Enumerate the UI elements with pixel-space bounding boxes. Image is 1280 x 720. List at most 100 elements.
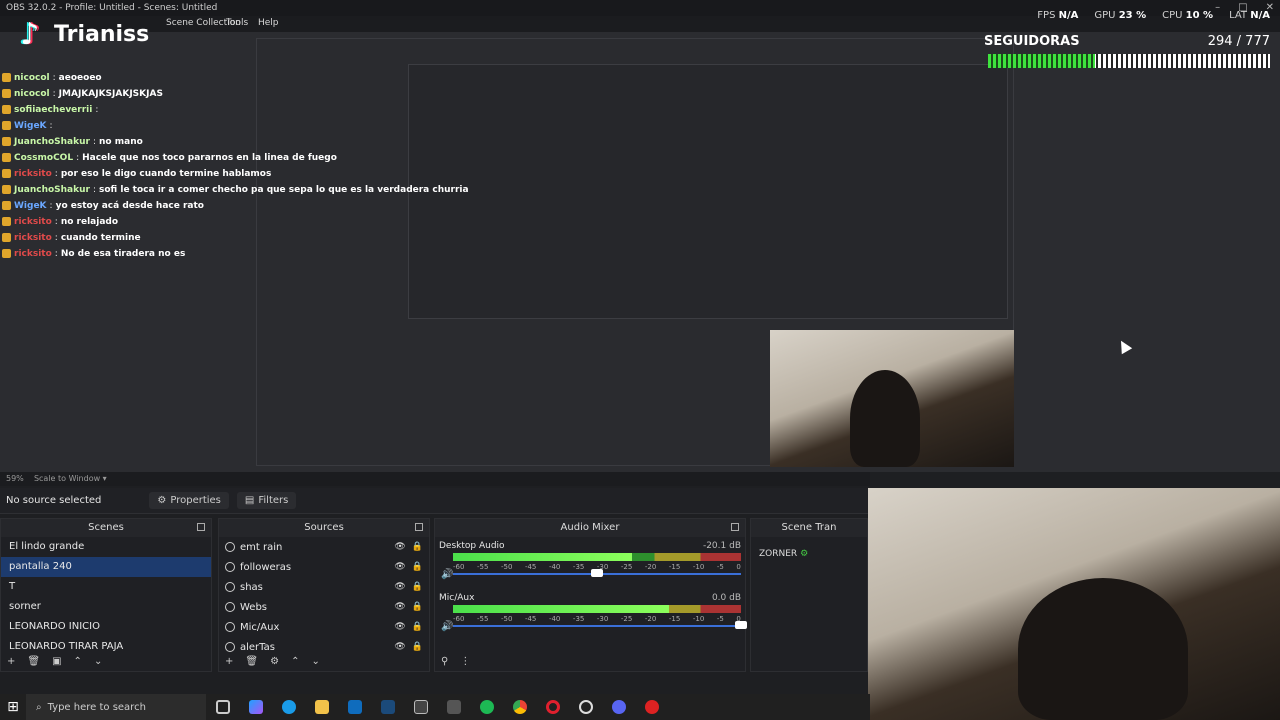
- chat-username: ricksito: [14, 217, 52, 227]
- nested-preview-inner: [408, 64, 1008, 319]
- gear-icon: ⚙: [800, 549, 809, 559]
- speaker-icon[interactable]: 🔊: [441, 621, 453, 632]
- scale-tick: -50: [500, 615, 513, 623]
- recorder-icon[interactable]: [635, 694, 668, 720]
- visibility-icon[interactable]: 👁: [394, 622, 405, 632]
- chat-username: ricksito: [14, 249, 52, 259]
- badge-icon: [2, 185, 11, 194]
- badge-icon: [2, 89, 11, 98]
- chat-username: ricksito: [14, 169, 52, 179]
- scene-item[interactable]: pantalla 240: [1, 557, 211, 577]
- chat-text: sofi le toca ir a comer checho pa que se…: [99, 185, 469, 195]
- visibility-icon[interactable]: 👁: [394, 642, 405, 652]
- chat-username: WigeK: [14, 121, 47, 131]
- task-view-icon[interactable]: [206, 694, 239, 720]
- transition-item[interactable]: ZORNER ⚙: [759, 549, 808, 559]
- obs-icon[interactable]: [569, 694, 602, 720]
- scene-item[interactable]: El lindo grande: [1, 537, 211, 557]
- up-icon[interactable]: ⌃: [291, 656, 299, 667]
- dock-popout-icon[interactable]: [197, 523, 205, 531]
- source-item[interactable]: Webs 👁 🔒: [219, 597, 429, 617]
- chat-username: ricksito: [14, 233, 52, 243]
- dock-popout-icon[interactable]: [415, 523, 423, 531]
- volume-slider[interactable]: [453, 625, 741, 627]
- lock-icon[interactable]: 🔒: [412, 642, 423, 652]
- dock-popout-icon[interactable]: [731, 523, 739, 531]
- steam-icon[interactable]: [371, 694, 404, 720]
- source-label: followeras: [240, 561, 292, 573]
- link-icon[interactable]: ⚲: [441, 656, 448, 667]
- scale-tick: -55: [476, 615, 489, 623]
- down-icon[interactable]: ⌄: [311, 656, 319, 667]
- source-item[interactable]: alerTas 👁 🔒: [219, 637, 429, 657]
- chat-text: aeoeoeo: [58, 73, 102, 83]
- menu-tools[interactable]: Tools: [226, 18, 248, 28]
- source-item[interactable]: followeras 👁 🔒: [219, 557, 429, 577]
- performance-stats: FPS N/A GPU 23 % CPU 10 % LAT N/A: [1037, 10, 1270, 21]
- windows-taskbar: ⊞ ⌕ Type here to search: [0, 694, 870, 720]
- lock-icon[interactable]: 🔒: [412, 602, 423, 612]
- spotify-icon[interactable]: [470, 694, 503, 720]
- lock-icon[interactable]: 🔒: [412, 562, 423, 572]
- visibility-icon[interactable]: 👁: [394, 582, 405, 592]
- copilot-icon[interactable]: [239, 694, 272, 720]
- source-item[interactable]: emt rain 👁 🔒: [219, 537, 429, 557]
- discord-icon[interactable]: [602, 694, 635, 720]
- trash-icon[interactable]: 🗑: [27, 656, 40, 667]
- meter-scale: -60 -55 -50 -45 -40 -35 -30 -25 -20 -15 -10 -5 0: [453, 615, 741, 623]
- trash-icon[interactable]: 🗑: [245, 656, 258, 667]
- add-icon[interactable]: +: [7, 656, 15, 667]
- store-icon[interactable]: [404, 694, 437, 720]
- scale-mode[interactable]: Scale to Window: [34, 474, 100, 483]
- lock-icon[interactable]: 🔒: [412, 582, 423, 592]
- chat-message: JuanchoShakur: sofi le toca ir a comer ch…: [2, 182, 469, 198]
- menu-help[interactable]: Help: [258, 18, 279, 28]
- visibility-icon[interactable]: 👁: [394, 542, 405, 552]
- chat-username: nicocol: [14, 73, 50, 83]
- source-item[interactable]: Mic/Aux 👁 🔒: [219, 617, 429, 637]
- opera-icon[interactable]: [536, 694, 569, 720]
- outlook-icon[interactable]: [338, 694, 371, 720]
- badge-icon: [2, 201, 11, 210]
- filter-icon[interactable]: ▣: [52, 656, 61, 667]
- scene-item[interactable]: sorner: [1, 597, 211, 617]
- lock-icon[interactable]: 🔒: [412, 542, 423, 552]
- app-icon[interactable]: [437, 694, 470, 720]
- windows-start-icon[interactable]: ⊞: [0, 694, 26, 720]
- menu-dots-icon[interactable]: ⋮: [460, 656, 470, 667]
- source-label: shas: [240, 581, 263, 593]
- speaker-icon[interactable]: 🔊: [441, 569, 453, 580]
- badge-icon: [2, 137, 11, 146]
- volume-slider-knob[interactable]: [735, 621, 747, 629]
- scene-item[interactable]: LEONARDO TIRAR PAJA: [1, 637, 211, 657]
- badge-icon: [2, 121, 11, 130]
- scene-item[interactable]: LEONARDO INICIO: [1, 617, 211, 637]
- visibility-icon[interactable]: 👁: [394, 602, 405, 612]
- tiktok-icon: ♪: [20, 16, 40, 52]
- chrome-icon[interactable]: [503, 694, 536, 720]
- visibility-icon[interactable]: 👁: [394, 562, 405, 572]
- taskbar-search[interactable]: ⌕ Type here to search: [26, 694, 206, 720]
- filters-button[interactable]: ▤ Filters: [236, 492, 297, 509]
- scale-tick: -15: [668, 615, 681, 623]
- lock-icon[interactable]: 🔒: [412, 622, 423, 632]
- file-explorer-icon[interactable]: [305, 694, 338, 720]
- chat-text: Hacele que nos toco pararnos en la linea…: [82, 153, 337, 163]
- add-icon[interactable]: +: [225, 656, 233, 667]
- scale-tick: -30: [596, 615, 609, 623]
- up-icon[interactable]: ⌃: [74, 656, 82, 667]
- source-toolbar: No source selected ⚙ Properties ▤ Filters: [0, 488, 868, 514]
- down-icon[interactable]: ⌄: [94, 656, 102, 667]
- source-item[interactable]: shas 👁 🔒: [219, 577, 429, 597]
- edge-icon[interactable]: [272, 694, 305, 720]
- source-label: Mic/Aux: [240, 621, 280, 633]
- source-list: emt rain 👁 🔒 followeras 👁 🔒 shas 👁 🔒 Webs 👁 🔒 Mic/Au…: [219, 537, 429, 657]
- sources-dock: Sources emt rain 👁 🔒 followeras 👁 🔒 shas 👁 🔒 Webs…: [218, 518, 430, 672]
- gear-icon[interactable]: ⚙: [270, 656, 279, 667]
- properties-button[interactable]: ⚙ Properties: [149, 492, 229, 509]
- chat-username: JuanchoShakur: [14, 137, 90, 147]
- chat-message: sofiiaecheverrii:: [2, 102, 272, 118]
- scene-item[interactable]: T: [1, 577, 211, 597]
- volume-slider-knob[interactable]: [591, 569, 604, 577]
- zoom-level[interactable]: 59%: [6, 474, 24, 483]
